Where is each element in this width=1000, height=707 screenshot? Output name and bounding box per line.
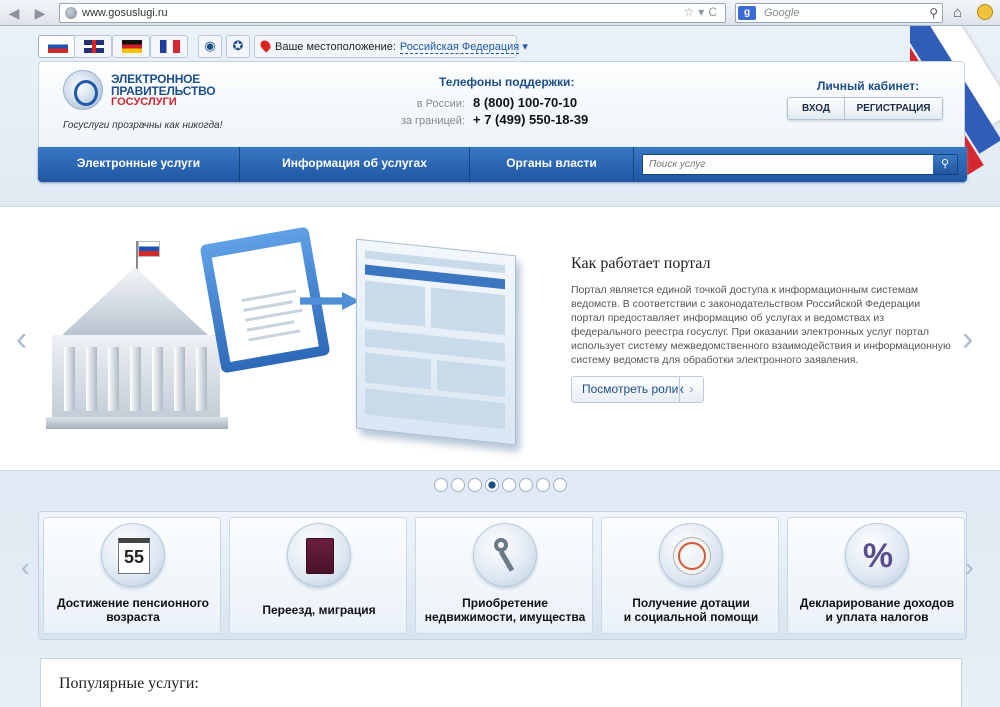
- search-engine-icon[interactable]: g: [738, 6, 756, 20]
- location-selector[interactable]: Ваше местоположение: Российская Федерация…: [254, 35, 528, 58]
- uk-flag-icon: [84, 40, 104, 53]
- support-phones-title: Телефоны поддержки:: [439, 75, 575, 89]
- slider-dot[interactable]: [468, 478, 482, 492]
- phone-russia-label: в России:: [416, 98, 465, 110]
- category-social-aid[interactable]: Получение дотации и социальной помощи: [601, 517, 779, 634]
- life-situations: ‹ › 55 Достижение пенсионного возраста Пе…: [21, 511, 974, 640]
- calendar-icon: 55: [101, 523, 165, 587]
- url-text: www.gosuslugi.ru: [82, 7, 168, 19]
- popular-title: Популярные услуги:: [59, 675, 199, 692]
- category-label: Достижение пенсионного возраста: [57, 596, 209, 624]
- lang-ru-button[interactable]: [38, 35, 76, 58]
- lang-en-button[interactable]: [74, 35, 112, 58]
- passport-icon: [287, 523, 351, 587]
- lifebuoy-icon: [659, 523, 723, 587]
- browser-toolbar: ◀ ▶ www.gosuslugi.ru ☆▾C g Google ⚲ ⌂: [0, 0, 1000, 26]
- slider-dot[interactable]: [451, 478, 465, 492]
- germany-flag-icon: [122, 40, 142, 53]
- location-value[interactable]: Российская Федерация: [399, 41, 520, 54]
- keys-icon: [473, 523, 537, 587]
- lang-fr-button[interactable]: [150, 35, 188, 58]
- slide-title: Как работает портал: [571, 255, 711, 272]
- category-taxes[interactable]: % Декларирование доходов и уплата налогов: [787, 517, 965, 634]
- russia-flag-icon: [138, 241, 160, 257]
- slider-dot[interactable]: [553, 478, 567, 492]
- service-search: ⚲: [642, 154, 958, 175]
- logo-emblem-icon[interactable]: [63, 70, 103, 110]
- login-button[interactable]: ВХОД: [788, 98, 845, 119]
- watch-video-button[interactable]: Посмотреть ролик ›: [571, 376, 704, 403]
- location-label: Ваше местоположение:: [275, 41, 396, 53]
- main-nav: Электронные услуги Информация об услугах…: [38, 147, 967, 182]
- categories-next-icon[interactable]: ›: [965, 552, 974, 583]
- phone-russia-number: 8 (800) 100-70-10: [473, 95, 578, 110]
- category-pension[interactable]: 55 Достижение пенсионного возраста: [43, 517, 221, 634]
- portal-screenshot-icon: [356, 238, 516, 446]
- promo-slider: ‹ › Как работает портал Портал является …: [0, 206, 1000, 471]
- phone-abroad-label: за границей:: [400, 115, 465, 127]
- page: ◉ ✪ Ваше местоположение: Российская Федер…: [0, 26, 1000, 707]
- slogan: Госуслуги прозрачны как никогда!: [63, 120, 223, 131]
- phone-abroad-number: + 7 (499) 550-18-39: [473, 112, 589, 127]
- category-label: Переезд, миграция: [262, 603, 376, 617]
- cabinet-title: Личный кабинет:: [817, 79, 920, 93]
- category-label: Получение дотации и социальной помощи: [623, 596, 759, 624]
- globe-icon: [65, 7, 77, 19]
- slider-prev-icon[interactable]: ‹: [16, 322, 27, 356]
- service-search-input[interactable]: [643, 155, 933, 174]
- government-building-icon: [60, 267, 210, 337]
- france-flag-icon: [160, 40, 180, 53]
- slider-dot[interactable]: [502, 478, 516, 492]
- bookmark-star-icon[interactable]: ☆▾C: [684, 5, 721, 19]
- slider-dot[interactable]: [485, 478, 499, 492]
- russia-flag-icon: [48, 40, 68, 53]
- accessibility-eye-icon[interactable]: ◉: [198, 35, 222, 58]
- category-label: Приобретение недвижимости, имущества: [424, 596, 586, 624]
- slide-text: Портал является единой точкой доступа к …: [571, 284, 951, 366]
- categories-prev-icon[interactable]: ‹: [21, 552, 30, 583]
- register-button[interactable]: РЕГИСТРАЦИЯ: [845, 98, 942, 119]
- forward-arrow-icon[interactable]: ▶: [32, 5, 48, 21]
- phone-abroad: за границей: + 7 (499) 550-18-39: [395, 112, 588, 127]
- address-bar[interactable]: www.gosuslugi.ru ☆▾C: [59, 3, 726, 23]
- nav-authorities[interactable]: Органы власти: [470, 147, 634, 182]
- search-icon[interactable]: ⚲: [929, 6, 938, 20]
- category-migration[interactable]: Переезд, миграция: [229, 517, 407, 634]
- compass-icon[interactable]: ✪: [226, 35, 250, 58]
- nav-electronic-services[interactable]: Электронные услуги: [38, 147, 240, 182]
- slider-dot[interactable]: [434, 478, 448, 492]
- category-property[interactable]: Приобретение недвижимости, имущества: [415, 517, 593, 634]
- slider-dot[interactable]: [519, 478, 533, 492]
- percent-icon: %: [845, 523, 909, 587]
- search-icon[interactable]: ⚲: [933, 155, 957, 174]
- chevron-right-icon: ›: [679, 377, 703, 402]
- slider-next-icon[interactable]: ›: [962, 322, 973, 356]
- home-icon[interactable]: ⌂: [953, 4, 962, 21]
- browser-search-placeholder: Google: [764, 7, 800, 19]
- chevron-down-icon: ▾: [519, 41, 528, 53]
- category-label: Декларирование доходов и уплата налогов: [799, 596, 955, 624]
- lang-de-button[interactable]: [112, 35, 150, 58]
- back-arrow-icon[interactable]: ◀: [6, 5, 22, 21]
- location-pin-icon: [258, 38, 273, 53]
- logo-line3[interactable]: ГОСУСЛУГИ: [111, 96, 177, 108]
- watch-video-label: Посмотреть ролик: [582, 382, 684, 396]
- popular-services: Популярные услуги:: [40, 658, 962, 707]
- phone-russia: в России: 8 (800) 100-70-10: [395, 95, 595, 110]
- addon-icon[interactable]: [977, 4, 993, 20]
- site-header: ЭЛЕКТРОННОЕ ПРАВИТЕЛЬСТВО ГОСУСЛУГИ Госу…: [38, 61, 965, 147]
- browser-search-box[interactable]: g Google ⚲: [735, 3, 943, 23]
- slider-dot[interactable]: [536, 478, 550, 492]
- nav-services-info[interactable]: Информация об услугах: [240, 147, 470, 182]
- cabinet-buttons: ВХОД РЕГИСТРАЦИЯ: [787, 97, 943, 120]
